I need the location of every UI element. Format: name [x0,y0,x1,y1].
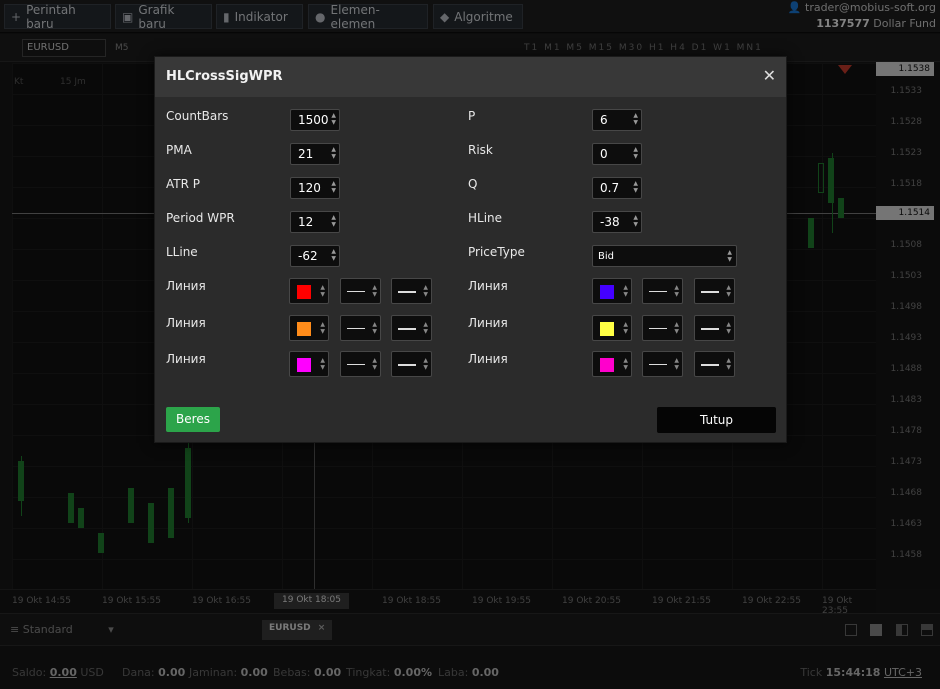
spinner-icon: ▲ ▼ [674,357,679,371]
spinner-icon: ▲ ▼ [674,284,679,298]
line-width-icon [701,328,719,330]
line-label: Линия [468,352,508,366]
line-width-icon [398,364,416,366]
line-color-picker[interactable]: ▲ ▼ [289,315,329,341]
color-swatch [297,285,311,299]
spinner-icon[interactable]: ▲ ▼ [331,112,336,126]
line-width-select[interactable]: ▲ ▼ [694,315,735,341]
field-label-atr-p: ATR P [166,177,200,191]
field-label-period-wpr: Period WPR [166,211,235,225]
spinner-icon: ▲ ▼ [423,321,428,335]
field-label-q: Q [468,177,478,191]
line-label: Линия [166,279,206,293]
field-label-risk: Risk [468,143,493,157]
close-button[interactable]: Tutup [657,407,776,433]
spinner-icon[interactable]: ▲ ▼ [633,112,638,126]
spinner-icon: ▲ ▼ [623,321,628,335]
spinner-icon: ▲ ▼ [623,357,628,371]
spinner-icon[interactable]: ▲ ▼ [331,214,336,228]
dialog-title: HLCrossSigWPR [166,69,283,84]
line-style-icon [649,291,667,292]
spinner-icon[interactable]: ▲ ▼ [331,248,336,262]
line-width-select[interactable]: ▲ ▼ [391,351,432,377]
spinner-icon[interactable]: ▲ ▼ [633,146,638,160]
line-label: Линия [468,279,508,293]
spinner-icon: ▲ ▼ [623,284,628,298]
line-color-picker[interactable]: ▲ ▼ [592,315,632,341]
field-label-p: P [468,109,476,123]
line-style-select[interactable]: ▲ ▼ [642,351,683,377]
spinner-icon: ▲ ▼ [726,321,731,335]
pricetype-select[interactable]: Bid ▲ ▼ [592,245,737,267]
color-swatch [600,285,614,299]
spinner-icon: ▲ ▼ [674,321,679,335]
spinner-icon: ▲ ▼ [726,357,731,371]
field-label-lline: LLine [166,245,198,259]
line-width-select[interactable]: ▲ ▼ [391,278,432,304]
spinner-icon: ▲ ▼ [423,357,428,371]
close-icon[interactable]: ✕ [763,66,776,85]
atr-p-input[interactable]: 120 ▲ ▼ [290,177,340,199]
line-style-select[interactable]: ▲ ▼ [642,315,683,341]
line-width-icon [701,364,719,366]
lline-input[interactable]: -62 ▲ ▼ [290,245,340,267]
indicator-settings-dialog: HLCrossSigWPR ✕ CountBars 1500 ▲ ▼ PMA 21 ▲… [154,56,787,443]
dialog-header: HLCrossSigWPR ✕ [155,57,786,97]
color-swatch [600,322,614,336]
spinner-icon: ▲ ▼ [372,321,377,335]
countbars-input[interactable]: 1500 ▲ ▼ [290,109,340,131]
hline-input[interactable]: -38 ▲ ▼ [592,211,642,233]
field-label-pma: PMA [166,143,192,157]
line-label: Линия [166,352,206,366]
chevron-updown-icon: ▲ ▼ [727,249,732,263]
spinner-icon[interactable]: ▲ ▼ [633,180,638,194]
risk-input[interactable]: 0 ▲ ▼ [592,143,642,165]
spinner-icon[interactable]: ▲ ▼ [331,146,336,160]
line-style-icon [649,328,667,329]
field-label-pricetype: PriceType [468,245,525,259]
line-width-select[interactable]: ▲ ▼ [391,315,432,341]
ok-button[interactable]: Beres [166,407,220,432]
line-color-picker[interactable]: ▲ ▼ [289,351,329,377]
pma-input[interactable]: 21 ▲ ▼ [290,143,340,165]
line-style-icon [347,364,365,365]
period-wpr-input[interactable]: 12 ▲ ▼ [290,211,340,233]
line-width-icon [398,328,416,330]
color-swatch [297,322,311,336]
line-width-icon [398,291,416,293]
q-input[interactable]: 0.7 ▲ ▼ [592,177,642,199]
line-color-picker[interactable]: ▲ ▼ [592,351,632,377]
line-style-select[interactable]: ▲ ▼ [340,278,381,304]
spinner-icon: ▲ ▼ [423,284,428,298]
field-label-countbars: CountBars [166,109,229,123]
line-style-icon [649,364,667,365]
spinner-icon: ▲ ▼ [320,321,325,335]
line-style-select[interactable]: ▲ ▼ [642,278,683,304]
line-style-icon [347,291,365,292]
line-width-select[interactable]: ▲ ▼ [694,351,735,377]
spinner-icon[interactable]: ▲ ▼ [331,180,336,194]
spinner-icon[interactable]: ▲ ▼ [633,214,638,228]
spinner-icon: ▲ ▼ [726,284,731,298]
line-label: Линия [166,316,206,330]
spinner-icon: ▲ ▼ [372,357,377,371]
line-style-select[interactable]: ▲ ▼ [340,315,381,341]
line-color-picker[interactable]: ▲ ▼ [289,278,329,304]
field-label-hline: HLine [468,211,503,225]
p-input[interactable]: 6 ▲ ▼ [592,109,642,131]
spinner-icon: ▲ ▼ [320,357,325,371]
spinner-icon: ▲ ▼ [372,284,377,298]
spinner-icon: ▲ ▼ [320,284,325,298]
line-color-picker[interactable]: ▲ ▼ [592,278,632,304]
color-swatch [600,358,614,372]
line-label: Линия [468,316,508,330]
line-width-icon [701,291,719,293]
line-style-select[interactable]: ▲ ▼ [340,351,381,377]
color-swatch [297,358,311,372]
line-style-icon [347,328,365,329]
line-width-select[interactable]: ▲ ▼ [694,278,735,304]
